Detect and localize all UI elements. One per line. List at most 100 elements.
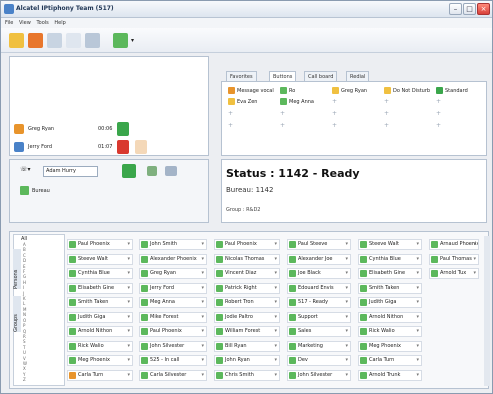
contact-entry[interactable]: Paul Thomas ▾: [429, 253, 479, 265]
contact-entry[interactable]: Arnold Nithon ▾: [358, 311, 422, 323]
contact-entry[interactable]: Cynthia Blue ▾: [358, 253, 422, 265]
maximize-button[interactable]: □: [463, 3, 476, 15]
speed-button[interactable]: Greg Ryan: [332, 87, 367, 96]
contact-entry[interactable]: John Silvester ▾: [287, 369, 351, 381]
contact-entry[interactable]: John Smith ▾: [139, 239, 207, 250]
chevron-down-icon[interactable]: ▾: [345, 298, 348, 307]
folder-icon[interactable]: [9, 33, 24, 48]
minimize-button[interactable]: –: [449, 3, 462, 15]
chevron-down-icon[interactable]: ▾: [416, 356, 419, 365]
chevron-down-icon[interactable]: ▾: [201, 240, 204, 249]
add-button-icon[interactable]: +: [436, 98, 441, 105]
contact-entry[interactable]: Paul Phoenix ▾: [139, 326, 207, 337]
speed-button[interactable]: Message vocal: [228, 87, 274, 96]
tab-persons[interactable]: Persons: [13, 249, 21, 289]
contact-entry[interactable]: Arnaud Phoenix ▾: [429, 239, 479, 250]
chevron-down-icon[interactable]: ▾: [274, 255, 277, 264]
contact-entry[interactable]: Support ▾: [287, 311, 351, 323]
add-button-icon[interactable]: +: [384, 122, 389, 129]
chevron-down-icon[interactable]: ▾: [201, 327, 204, 336]
chevron-down-icon[interactable]: ▾: [345, 371, 348, 380]
chevron-down-icon[interactable]: ▾: [416, 313, 419, 322]
chevron-down-icon[interactable]: ▾: [201, 342, 204, 351]
chevron-down-icon[interactable]: ▾: [473, 240, 476, 249]
chevron-down-icon[interactable]: ▾: [201, 356, 204, 365]
chevron-down-icon[interactable]: ▾: [127, 313, 130, 322]
chevron-down-icon[interactable]: ▾: [201, 313, 204, 322]
contact-entry[interactable]: Greg Ryan ▾: [139, 268, 207, 279]
menu-file[interactable]: File: [5, 18, 13, 28]
chevron-down-icon[interactable]: ▾: [345, 269, 348, 278]
chevron-down-icon[interactable]: ▾: [274, 356, 277, 365]
contact-entry[interactable]: Arnold Tux ▾: [429, 268, 479, 279]
add-button-icon[interactable]: +: [436, 122, 441, 129]
contact-entry[interactable]: Sales ▾: [287, 326, 351, 337]
contact-entry[interactable]: Chris Smith ▾: [214, 369, 280, 381]
chevron-down-icon[interactable]: ▾: [127, 356, 130, 365]
contact-entry[interactable]: 517 - Ready ▾: [287, 297, 351, 308]
contact-entry[interactable]: 525 - In call ▾: [139, 355, 207, 366]
alphabet-letter[interactable]: Z: [23, 377, 31, 382]
contact-entry[interactable]: Jodie Paltro ▾: [214, 311, 280, 323]
speed-button[interactable]: Eva Zen: [228, 98, 257, 107]
chevron-down-icon[interactable]: ▾: [274, 298, 277, 307]
contact-entry[interactable]: Elisabeth Gine ▾: [358, 268, 422, 279]
chevron-down-icon[interactable]: ▾: [127, 269, 130, 278]
vertical-scrollbar[interactable]: [484, 236, 490, 386]
chevron-down-icon[interactable]: ▾: [345, 313, 348, 322]
contact-entry[interactable]: Cynthia Blue ▾: [67, 268, 133, 279]
contact-entry[interactable]: Rick Walio ▾: [358, 326, 422, 337]
chevron-down-icon[interactable]: ▾: [416, 371, 419, 380]
chevron-down-icon[interactable]: ▾: [274, 284, 277, 293]
speed-button[interactable]: Do Not Disturb: [384, 87, 430, 96]
contact-entry[interactable]: Alexander Phoenix ▾: [139, 253, 207, 265]
menu-view[interactable]: View: [19, 18, 31, 28]
chevron-down-icon[interactable]: ▾: [201, 255, 204, 264]
chevron-down-icon[interactable]: ▾: [274, 313, 277, 322]
add-button-icon[interactable]: +: [228, 122, 233, 129]
contact-entry[interactable]: William Forest ▾: [214, 326, 280, 337]
answer-icon[interactable]: [117, 122, 129, 136]
call-button[interactable]: [122, 164, 136, 178]
menu-help[interactable]: Help: [54, 18, 65, 28]
window-icon[interactable]: [66, 33, 81, 48]
chevron-down-icon[interactable]: ▾: [345, 240, 348, 249]
chevron-down-icon[interactable]: ▾: [416, 342, 419, 351]
chevron-down-icon[interactable]: ▾: [127, 298, 130, 307]
chevron-down-icon[interactable]: ▾: [274, 240, 277, 249]
contact-entry[interactable]: Nicolas Thomas ▾: [214, 253, 280, 265]
contact-entry[interactable]: Judith Giga ▾: [67, 311, 133, 323]
chevron-down-icon[interactable]: ▾: [345, 255, 348, 264]
tab-buttons[interactable]: Buttons: [269, 71, 297, 81]
chevron-down-icon[interactable]: ▾: [127, 371, 130, 380]
chevron-down-icon[interactable]: ▾: [127, 327, 130, 336]
chevron-down-icon[interactable]: ▾: [416, 240, 419, 249]
chevron-down-icon[interactable]: ▾: [127, 240, 130, 249]
contact-entry[interactable]: Rick Walio ▾: [67, 340, 133, 352]
contact-entry[interactable]: Arnold Nithon ▾: [67, 326, 133, 337]
chevron-down-icon[interactable]: ▾: [201, 298, 204, 307]
chevron-down-icon[interactable]: ▾: [416, 298, 419, 307]
contact-entry[interactable]: Arnold Trunk ▾: [358, 369, 422, 381]
chevron-down-icon[interactable]: ▾: [131, 37, 134, 44]
chevron-down-icon[interactable]: ▾: [345, 356, 348, 365]
contact-entry[interactable]: Carla Turn ▾: [358, 355, 422, 366]
keypad-icon[interactable]: [165, 166, 177, 176]
chevron-down-icon[interactable]: ▾: [201, 371, 204, 380]
call-row[interactable]: Greg Ryan 00:06: [10, 122, 195, 136]
contact-entry[interactable]: Smith Taken ▾: [67, 297, 133, 308]
chevron-down-icon[interactable]: ▾: [127, 284, 130, 293]
contact-entry[interactable]: Carla Silvester ▾: [139, 369, 207, 381]
contact-entry[interactable]: Bill Ryan ▾: [214, 340, 280, 352]
add-button-icon[interactable]: +: [280, 110, 285, 117]
contact-entry[interactable]: Steeve Walt ▾: [358, 239, 422, 250]
contact-entry[interactable]: Jerry Ford ▾: [139, 282, 207, 294]
contact-entry[interactable]: Paul Phoenix ▾: [214, 239, 280, 250]
chevron-down-icon[interactable]: ▾: [345, 342, 348, 351]
chevron-down-icon[interactable]: ▾: [345, 284, 348, 293]
settings-icon[interactable]: [85, 33, 100, 48]
add-button-icon[interactable]: +: [280, 122, 285, 129]
add-button-icon[interactable]: +: [332, 122, 337, 129]
contact-entry[interactable]: Dev ▾: [287, 355, 351, 366]
add-button-icon[interactable]: +: [384, 98, 389, 105]
